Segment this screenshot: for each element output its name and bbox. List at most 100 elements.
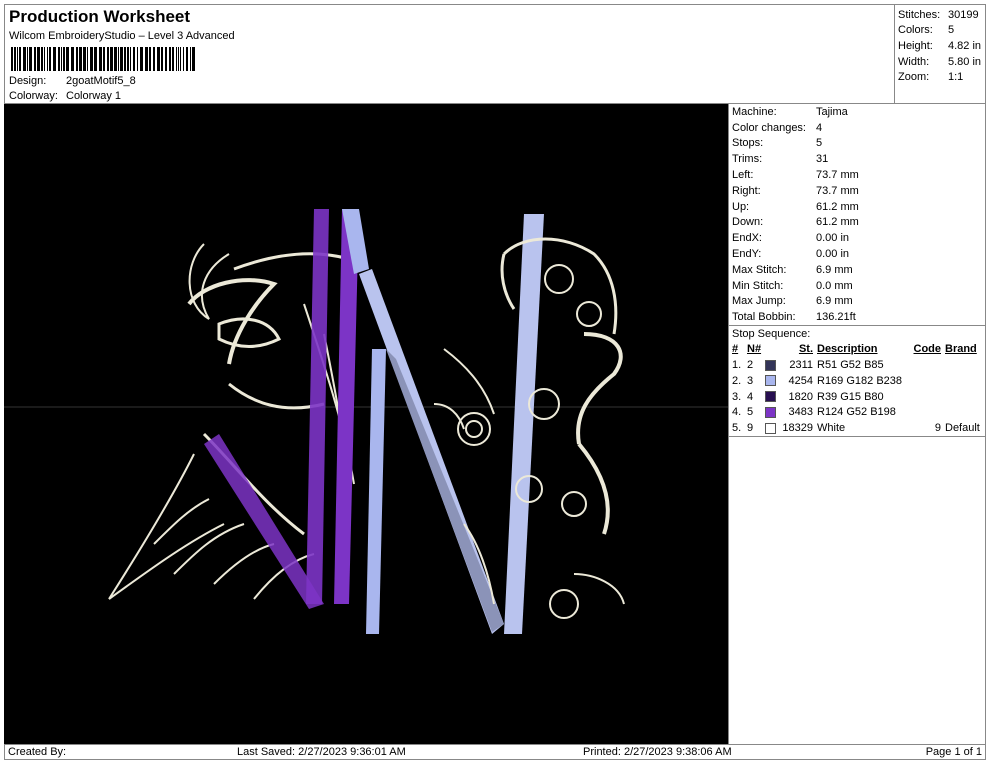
col-header-swatch [765,341,781,357]
barcode-bar [180,47,181,71]
barcode-bar [190,47,191,71]
barcode-bar [153,47,155,71]
barcode-bar [83,47,86,71]
barcode-bar [107,47,109,71]
col-header-code: Code [913,343,942,356]
barcode-bar [120,47,123,71]
stop-sequence-table: # N# St. Description Code Brand 1. 2 2311 R… [729,341,985,436]
barcode-bar [90,47,93,71]
info-row: Max Stitch: 6.9 mm [732,263,853,276]
color-code [913,389,945,405]
needle-number: 2 [747,359,754,372]
needle-number: 5 [747,406,754,419]
needle-number: 4 [747,390,754,403]
stop-row: 3. 4 1820 R39 G15 B80 [729,389,985,405]
stop-sequence-section: Stop Sequence: # N# St. Description Code… [729,325,985,438]
color-description: R169 G182 B238 [817,374,903,387]
info-row: Up: 61.2 mm [732,200,859,213]
page-number: Page 1 of 1 [925,746,982,758]
color-brand [945,389,985,405]
page-title: Production Worksheet [9,7,191,26]
col-header-needle: N# [747,343,762,356]
stop-index: 3. [732,390,742,403]
color-swatch-cell [765,405,781,421]
barcode-bar [17,47,18,71]
barcode-bar [186,47,188,71]
stitch-count: 3483 [788,406,813,419]
stitch-count: 1820 [788,390,813,403]
stat-row: Stitches: 30199 [898,8,979,21]
barcode-bar [157,47,160,71]
barcode-bar [63,47,65,71]
info-row: Trims: 31 [732,153,829,166]
barcode-bar [49,47,51,71]
barcode-bar [94,47,97,71]
col-header-number: # [732,343,739,356]
stop-index: 1. [732,359,742,372]
color-code [913,373,945,389]
color-code: 9 [934,422,941,435]
barcode-bar [114,47,117,71]
info-row: Down: 61.2 mm [732,216,859,229]
color-code [913,405,945,421]
barcode-bar [99,47,102,71]
col-header-description: Description [817,343,878,356]
barcode-bar [61,47,62,71]
barcode-bar [37,47,40,71]
stop-row: 4. 5 3483 R124 G52 B198 [729,405,985,421]
info-row: Right: 73.7 mm [732,184,859,197]
color-description: R51 G52 B85 [817,359,884,372]
needle-number: 9 [747,422,754,435]
barcode-bar [58,47,60,71]
color-swatch-cell [765,357,781,373]
barcode-bar [29,47,32,71]
design-label: Design: [9,75,47,87]
color-brand [945,373,985,389]
machine-info-panel: Machine: Tajima Color changes: 4 Stops: 5 T… [728,104,986,744]
design-value: 2goatMotif5_8 [66,75,136,87]
stop-row: 5. 9 18329 White 9 Default [729,420,985,436]
barcode-bar [66,47,69,71]
barcode-bar [79,47,82,71]
stitch-count: 4254 [788,374,813,387]
barcode-bar [183,47,184,71]
color-brand: Default [945,422,980,435]
stop-row: 1. 2 2311 R51 G52 B85 [729,357,985,373]
stat-row: Zoom: 1:1 [898,71,964,84]
stop-index: 2. [732,374,742,387]
barcode-bar [133,47,135,71]
barcode-icon [11,47,195,71]
stitch-count: 2311 [789,359,813,372]
color-swatch [765,407,776,419]
needle-number: 3 [747,374,754,387]
barcode-bar [137,47,138,71]
created-by: Created By: [8,746,67,758]
barcode-bar [34,47,36,71]
col-header-brand: Brand [945,343,977,356]
color-description: White [817,422,846,435]
color-swatch [765,375,776,387]
color-brand [945,357,985,373]
worksheet-footer: Created By: Last Saved: 2/27/2023 9:36:0… [4,744,986,760]
barcode-bar [118,47,119,71]
info-row: Machine: Tajima [732,105,848,118]
software-name: Wilcom EmbroideryStudio – Level 3 Advanc… [9,30,235,42]
worksheet-header: Production Worksheet Wilcom EmbroiderySt… [4,4,894,104]
barcode-bar [161,47,163,71]
stitch-count: 18329 [782,422,813,435]
color-code [913,357,945,373]
stop-index: 4. [732,406,742,419]
barcode-bar [178,47,179,71]
barcode-bar [27,47,28,71]
barcode-bar [172,47,174,71]
letter-n [204,209,544,634]
barcode-bar [165,47,167,71]
barcode-bar [87,47,88,71]
info-row: Color changes: 4 [732,121,823,134]
barcode-bar [140,47,143,71]
colorway-value: Colorway 1 [66,90,122,102]
barcode-bar [53,47,56,71]
barcode-bar [149,47,151,71]
barcode-bar [44,47,45,71]
color-swatch [765,422,776,434]
